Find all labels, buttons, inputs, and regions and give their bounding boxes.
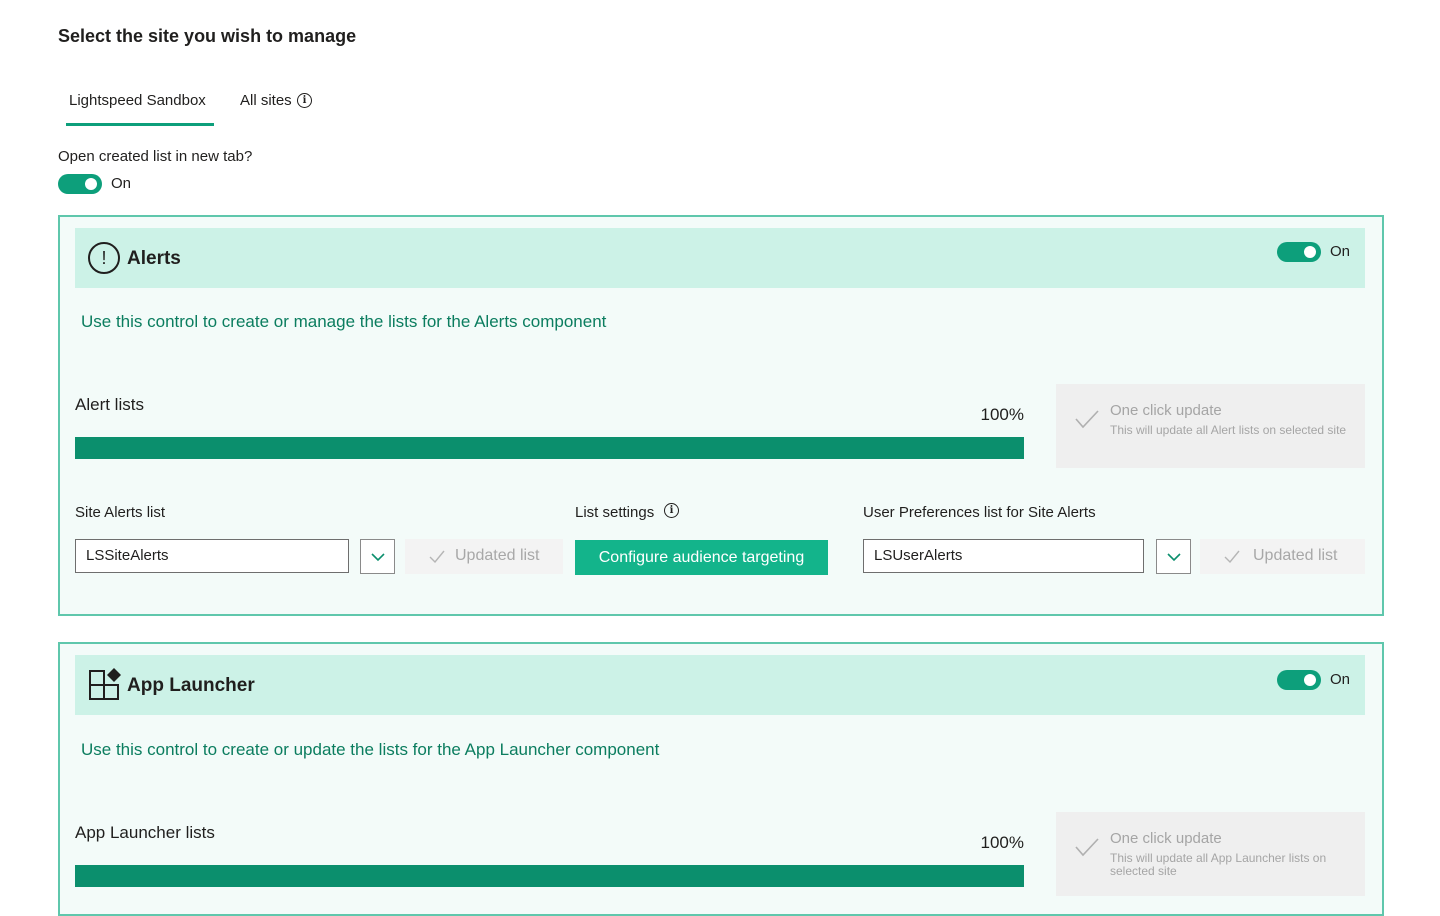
app-launcher-icon — [89, 668, 121, 700]
user-preferences-list-label: User Preferences list for Site Alerts — [863, 504, 1096, 521]
checkmark-icon — [1075, 410, 1099, 429]
site-alerts-dropdown-button[interactable] — [360, 539, 395, 574]
user-preferences-list-input[interactable]: LSUserAlerts — [863, 539, 1144, 573]
app-launcher-lists-progress-fill — [75, 865, 1024, 887]
site-alerts-list-input[interactable]: LSSiteAlerts — [75, 539, 349, 573]
app-launcher-one-click-update-button[interactable]: One click update This will update all Ap… — [1056, 812, 1365, 896]
open-new-tab-toggle[interactable] — [58, 174, 102, 194]
alerts-title: Alerts — [127, 248, 181, 269]
configure-audience-targeting-button[interactable]: Configure audience targeting — [575, 540, 828, 575]
app-launcher-description: Use this control to create or update the… — [81, 740, 660, 759]
open-new-tab-state: On — [111, 175, 132, 192]
checkmark-icon — [1075, 838, 1099, 857]
alerts-description: Use this control to create or manage the… — [81, 312, 607, 331]
one-click-update-title: One click update — [1110, 402, 1222, 419]
page-title: Select the site you wish to manage — [58, 26, 357, 46]
alert-lists-progress-bar — [75, 437, 1024, 459]
app-launcher-toggle[interactable] — [1277, 670, 1321, 690]
app-launcher-lists-progress-bar — [75, 865, 1024, 887]
checkmark-icon — [1224, 550, 1240, 563]
alert-lists-heading: Alert lists — [75, 395, 144, 414]
app-launcher-lists-percent: 100% — [980, 833, 1024, 852]
alerts-one-click-update-button[interactable]: One click update This will update all Al… — [1056, 384, 1365, 468]
app-launcher-lists-heading: App Launcher lists — [75, 823, 215, 842]
updated-list-label: Updated list — [455, 547, 540, 564]
checkmark-icon — [429, 550, 445, 563]
alert-lists-percent: 100% — [980, 405, 1024, 424]
alerts-toggle-state: On — [1330, 243, 1351, 260]
one-click-update-description: This will update all App Launcher lists … — [1110, 851, 1327, 878]
user-preferences-dropdown-button[interactable] — [1156, 539, 1191, 574]
site-alerts-updated-list-button[interactable]: Updated list — [405, 539, 563, 574]
open-new-tab-label: Open created list in new tab? — [58, 148, 253, 165]
one-click-update-title: One click update — [1110, 830, 1222, 847]
alert-lists-progress-fill — [75, 437, 1024, 459]
chevron-down-icon — [1167, 553, 1181, 562]
info-icon[interactable]: i — [297, 93, 312, 108]
app-launcher-toggle-state: On — [1330, 671, 1351, 688]
app-launcher-card-header — [75, 655, 1365, 715]
one-click-update-description: This will update all Alert lists on sele… — [1110, 423, 1347, 437]
user-preferences-updated-list-button[interactable]: Updated list — [1200, 539, 1365, 574]
chevron-down-icon — [371, 553, 385, 562]
tab-lightspeed-sandbox[interactable]: Lightspeed Sandbox — [69, 92, 206, 109]
tab-all-sites[interactable]: All sites — [240, 92, 292, 109]
updated-list-label: Updated list — [1253, 547, 1338, 564]
app-launcher-title: App Launcher — [127, 675, 255, 696]
alerts-card-header — [75, 228, 1365, 288]
site-alerts-list-label: Site Alerts list — [75, 504, 166, 521]
alerts-toggle[interactable] — [1277, 242, 1321, 262]
list-settings-label: List settings — [575, 504, 655, 521]
alert-circle-icon: ! — [88, 242, 120, 274]
selected-tab-indicator — [66, 123, 214, 126]
info-icon[interactable]: i — [664, 503, 679, 518]
